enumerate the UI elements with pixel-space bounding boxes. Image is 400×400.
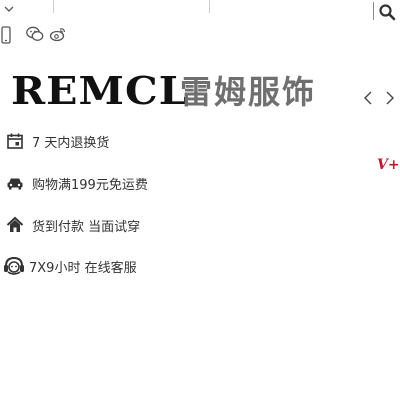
calendar-icon: [7, 133, 23, 149]
topbar-divider: [209, 0, 210, 13]
service-item-free-shipping: 购物满199元免运费: [6, 172, 148, 194]
top-bar: [0, 0, 400, 22]
service-item-support: 7X9小时 在线客服: [4, 255, 137, 277]
chevron-down-icon[interactable]: [3, 3, 15, 15]
search-icon[interactable]: [378, 3, 396, 21]
weibo-icon[interactable]: [49, 26, 67, 42]
brand-name-cn[interactable]: 雷姆服饰: [180, 72, 316, 112]
car-icon: [7, 178, 23, 190]
topbar-divider: [53, 0, 54, 13]
service-text: 7X9小时 在线客服: [29, 260, 137, 276]
brand-logo[interactable]: REMCL: [11, 65, 189, 117]
service-item-cod: 货到付款 当面试穿: [6, 214, 140, 236]
service-text: 7 天内退换货: [32, 135, 110, 151]
wechat-icon[interactable]: [26, 26, 44, 42]
topbar-divider: [373, 2, 374, 20]
service-item-returns: 7 天内退换货: [6, 130, 109, 152]
vip-badge[interactable]: V+: [377, 157, 400, 173]
phone-icon[interactable]: [1, 26, 11, 44]
chevron-left-icon[interactable]: [361, 90, 375, 106]
service-text: 购物满199元免运费: [32, 177, 148, 193]
chevron-right-icon[interactable]: [383, 90, 397, 106]
customer-service-icon: [4, 256, 24, 275]
service-text: 货到付款 当面试穿: [32, 219, 141, 235]
home-icon: [6, 216, 24, 232]
social-links: [0, 26, 120, 46]
